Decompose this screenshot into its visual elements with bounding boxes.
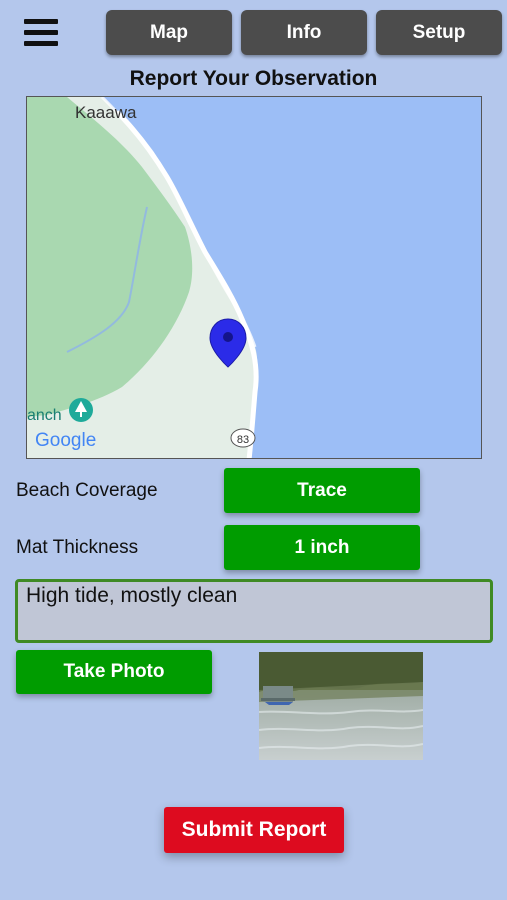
hamburger-menu-icon[interactable]	[24, 17, 60, 49]
map-poi-label: anch	[27, 407, 62, 424]
mat-thickness-button[interactable]: 1 inch	[224, 525, 420, 570]
take-photo-button[interactable]: Take Photo	[16, 650, 212, 694]
tab-map[interactable]: Map	[106, 10, 232, 55]
mat-thickness-label: Mat Thickness	[16, 537, 139, 558]
notes-input[interactable]: High tide, mostly clean	[15, 579, 493, 643]
photo-thumbnail[interactable]	[259, 652, 423, 760]
svg-text:83: 83	[237, 434, 249, 446]
map-view[interactable]: Kaaawa anch Google 83	[26, 96, 482, 459]
google-attribution: Google	[35, 430, 96, 451]
poi-park-icon	[69, 398, 93, 422]
beach-coverage-button[interactable]: Trace	[224, 468, 420, 513]
beach-coverage-label: Beach Coverage	[16, 480, 158, 501]
tab-info[interactable]: Info	[241, 10, 367, 55]
map-place-label: Kaaawa	[75, 103, 137, 122]
route-shield-icon: 83	[230, 428, 256, 448]
submit-report-button[interactable]: Submit Report	[164, 807, 344, 853]
tab-setup[interactable]: Setup	[376, 10, 502, 55]
page-title: Report Your Observation	[129, 67, 378, 90]
